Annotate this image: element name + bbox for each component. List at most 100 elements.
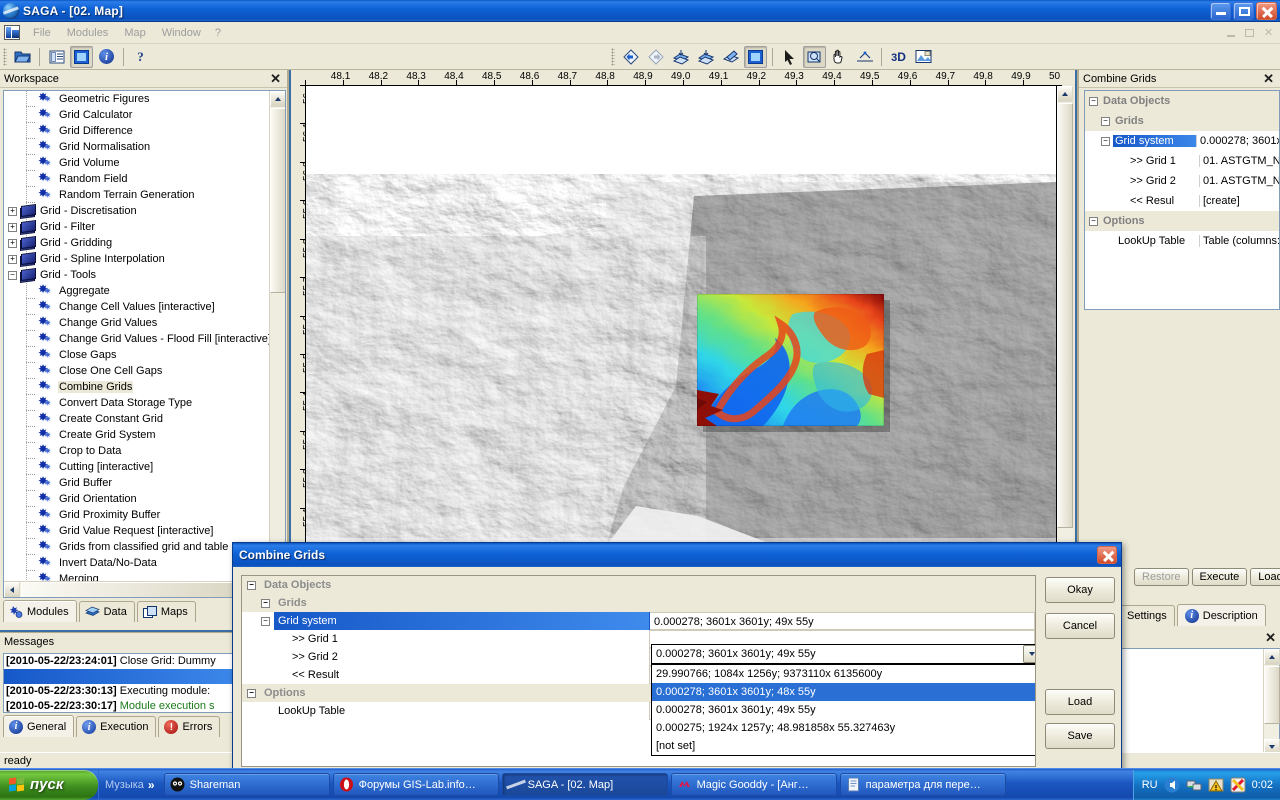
execute-button[interactable]: Execute: [1192, 568, 1248, 586]
grid-system-dropdown-list[interactable]: 29.990766; 1084x 1256y; 9373110x 6135600…: [651, 664, 1036, 756]
workspace-icon[interactable]: [45, 46, 68, 68]
tree-item[interactable]: +Grid - Gridding: [4, 235, 268, 251]
expand-icon[interactable]: +: [8, 207, 17, 216]
map-toolbar-grip[interactable]: [611, 48, 615, 66]
description-scrollbar[interactable]: [1263, 649, 1279, 755]
collapse-icon[interactable]: −: [1089, 97, 1098, 106]
taskbar-item-opera-forum[interactable]: Форумы GIS-Lab.info…: [333, 773, 499, 796]
parameter-value[interactable]: [create]: [1200, 195, 1240, 207]
tab-errors[interactable]: ! Errors: [158, 716, 220, 737]
tree-item[interactable]: +Grid - Discretisation: [4, 203, 268, 219]
start-button[interactable]: пуск: [0, 770, 98, 800]
cancel-button[interactable]: Cancel: [1045, 613, 1115, 639]
combined-grid-result-overlay[interactable]: [697, 294, 884, 426]
messages-list[interactable]: [2010-05-22/23:24:01] Close Grid: Dummy […: [3, 653, 234, 713]
map-layout-icon[interactable]: [744, 46, 767, 68]
chevron-down-icon[interactable]: [1023, 645, 1036, 663]
measure-icon[interactable]: [853, 46, 876, 68]
collapse-icon[interactable]: −: [261, 617, 270, 626]
taskbar-item-shareman[interactable]: Shareman: [164, 773, 330, 796]
parameter-value[interactable]: 01. ASTGTM_N55E: [1200, 155, 1279, 167]
module-tree[interactable]: Geometric FiguresGrid CalculatorGrid Dif…: [3, 90, 286, 598]
dropdown-option[interactable]: 0.000278; 3601x 3601y; 48x 55y: [652, 683, 1036, 701]
scroll-thumb-h[interactable]: [21, 582, 233, 598]
tab-settings[interactable]: Settings: [1119, 605, 1175, 626]
menu-file[interactable]: File: [25, 24, 59, 42]
zoom-rect-icon[interactable]: [803, 46, 826, 68]
dropdown-option[interactable]: [not set]: [652, 737, 1036, 755]
dialog-close-button[interactable]: [1097, 546, 1117, 564]
parameter-row[interactable]: LookUp TableTable (columns: 3,: [1085, 231, 1279, 251]
parameter-row[interactable]: −Data Objects: [1085, 91, 1279, 111]
view-3d-icon[interactable]: 3D: [887, 46, 910, 68]
close-icon[interactable]: ✕: [1263, 72, 1274, 85]
parameter-row[interactable]: >> Grid 201. ASTGTM_N55E: [1085, 171, 1279, 191]
dropdown-option[interactable]: 0.000278; 3601x 3601y; 49x 55y: [652, 701, 1036, 719]
message-line[interactable]: [2010-05-22/23:30:17] Module execution s: [4, 699, 233, 713]
dialog-parameters-grid[interactable]: −Data Objects−Grids−Grid system0.000278;…: [241, 575, 1036, 767]
collapse-icon[interactable]: −: [247, 689, 256, 698]
collapse-icon[interactable]: −: [261, 599, 270, 608]
message-line[interactable]: [2010-05-22/23:24:01] Close Grid: Dummy: [4, 654, 233, 669]
expand-icon[interactable]: +: [8, 239, 17, 248]
tab-maps[interactable]: Maps: [137, 601, 196, 622]
tree-item[interactable]: +Grid - Spline Interpolation: [4, 251, 268, 267]
zoom-active-layer-icon[interactable]: [694, 46, 717, 68]
tab-execution[interactable]: i Execution: [76, 716, 156, 737]
clock[interactable]: 0:02: [1252, 779, 1273, 791]
collapse-icon[interactable]: −: [1101, 137, 1110, 146]
scroll-left-button[interactable]: [4, 582, 20, 598]
parameters-grid[interactable]: −Data Objects−Grids−Grid system0.000278;…: [1084, 90, 1280, 310]
zoom-selection-icon[interactable]: [719, 46, 742, 68]
dialog-parameter-value[interactable]: 0.000278; 3601x 3601y; 49x 55y: [650, 612, 1035, 630]
taskbar-item-magic-gooddy[interactable]: Magic Gooddy - [Анг…: [671, 773, 837, 796]
save-image-icon[interactable]: [912, 46, 935, 68]
pan-icon[interactable]: [828, 46, 851, 68]
active-layer-icon[interactable]: [70, 46, 93, 68]
help-icon[interactable]: ?: [129, 46, 152, 68]
chevron-right-icon[interactable]: »: [148, 778, 155, 792]
scroll-thumb[interactable]: [270, 108, 286, 293]
dialog-parameter-row[interactable]: −Grids: [242, 594, 1035, 612]
close-button[interactable]: [1256, 2, 1277, 20]
warning-icon[interactable]: [1208, 777, 1224, 793]
parameter-row[interactable]: << Resul[create]: [1085, 191, 1279, 211]
collapse-icon[interactable]: −: [8, 271, 17, 280]
zoom-full-extent-icon[interactable]: [669, 46, 692, 68]
dropdown-option[interactable]: 0.000275; 1924x 1257y; 48.981858x 55.327…: [652, 719, 1036, 737]
taskbar-item-saga[interactable]: SAGA - [02. Map]: [502, 773, 668, 796]
load-button[interactable]: Load: [1250, 568, 1280, 586]
menu-help[interactable]: ?: [209, 24, 227, 42]
parameter-row[interactable]: −Grids: [1085, 111, 1279, 131]
desc-scroll-thumb[interactable]: [1264, 666, 1280, 724]
mdi-close-button[interactable]: ✕: [1260, 25, 1277, 40]
collapse-icon[interactable]: −: [1089, 217, 1098, 226]
tree-item[interactable]: +Grid - Filter: [4, 219, 268, 235]
tree-item[interactable]: Random Terrain Generation: [4, 187, 268, 203]
parameter-row[interactable]: >> Grid 101. ASTGTM_N55E: [1085, 151, 1279, 171]
tab-modules[interactable]: Modules: [3, 600, 77, 622]
toolbar-grip[interactable]: [3, 48, 7, 66]
map-scroll-up-button[interactable]: [1057, 86, 1073, 102]
network-icon[interactable]: [1186, 777, 1202, 793]
close-icon[interactable]: ✕: [270, 72, 281, 85]
restore-button[interactable]: [1233, 2, 1254, 20]
tab-description[interactable]: i Description: [1177, 604, 1266, 626]
mdi-minimize-button[interactable]: [1222, 25, 1239, 40]
map-vertical-scrollbar[interactable]: [1057, 86, 1073, 546]
dialog-save-button[interactable]: Save: [1045, 723, 1115, 749]
volume-icon[interactable]: [1164, 777, 1180, 793]
collapse-icon[interactable]: −: [247, 581, 256, 590]
menu-modules[interactable]: Modules: [59, 24, 117, 42]
mdi-document-icon[interactable]: [4, 25, 20, 40]
parameter-row[interactable]: −Grid system0.000278; 3601x 3: [1085, 131, 1279, 151]
dialog-parameter-row[interactable]: −Data Objects: [242, 576, 1035, 594]
map-canvas[interactable]: [306, 86, 1056, 546]
parameter-value[interactable]: 0.000278; 3601x 3: [1197, 135, 1279, 147]
pointer-icon[interactable]: [778, 46, 801, 68]
tree-horizontal-scrollbar[interactable]: [4, 581, 268, 597]
collapse-icon[interactable]: −: [1101, 117, 1110, 126]
menu-window[interactable]: Window: [154, 24, 209, 42]
dialog-parameter-row[interactable]: −Grid system0.000278; 3601x 3601y; 49x 5…: [242, 612, 1035, 630]
menu-map[interactable]: Map: [116, 24, 153, 42]
